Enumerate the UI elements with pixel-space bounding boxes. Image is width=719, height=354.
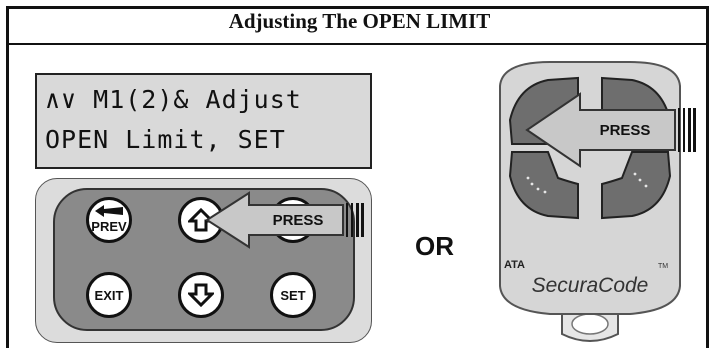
prev-button[interactable]: PREV	[86, 197, 132, 243]
remote-model: SecuraCode	[532, 274, 649, 297]
lcd-line-1: ∧∨ M1(2)& Adjust	[45, 85, 302, 114]
diagram-title: Adjusting The OPEN LIMIT	[228, 9, 491, 33]
down-arrow-icon	[188, 283, 214, 307]
left-arrow-icon	[95, 205, 123, 217]
remote-brand: ATA	[504, 259, 525, 271]
set-button-label: SET	[280, 287, 306, 303]
remote-press-arrow: PRESS	[525, 92, 696, 168]
remote-tm: TM	[658, 263, 668, 270]
prev-button-label: PREV	[91, 219, 127, 234]
lcd-line-2: OPEN Limit, SET	[45, 125, 286, 154]
keypad-press-label: PRESS	[273, 212, 324, 229]
down-button[interactable]	[178, 272, 224, 318]
set-button[interactable]: SET	[270, 272, 316, 318]
title-divider	[9, 43, 709, 45]
or-label: OR	[415, 231, 454, 261]
lcd-display: ∧∨ M1(2)& Adjust OPEN Limit, SET	[35, 73, 372, 169]
remote-press-label: PRESS	[600, 122, 651, 139]
exit-button-label: EXIT	[94, 287, 124, 303]
exit-button[interactable]: EXIT	[86, 272, 132, 318]
keypad-press-arrow: PRESS	[205, 191, 364, 249]
